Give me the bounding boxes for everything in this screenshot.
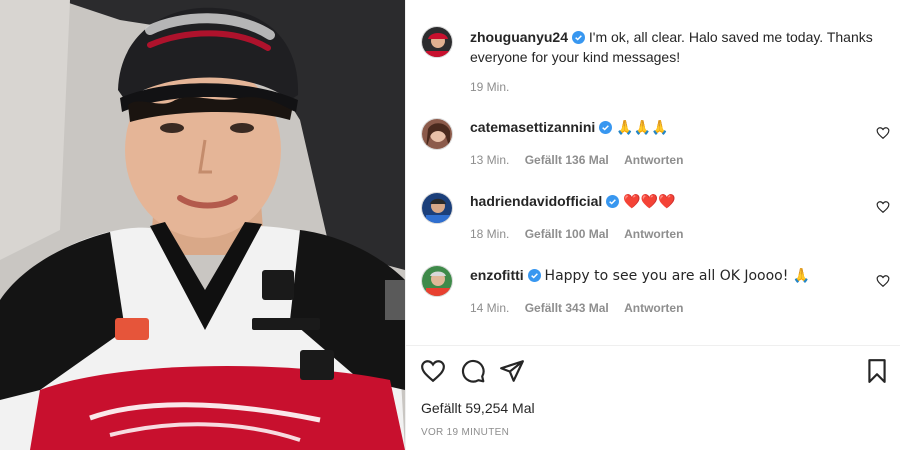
verified-badge-icon	[572, 31, 586, 44]
comment-avatar[interactable]	[421, 192, 453, 224]
comment-time: 18 Min.	[470, 227, 510, 241]
comment-username[interactable]: hadriendavidofficial	[470, 193, 602, 209]
bookmark-icon[interactable]	[864, 358, 890, 384]
comment-icon[interactable]	[460, 358, 486, 384]
comment-meta: 18 Min. Gefällt 100 Mal Antworten	[470, 227, 695, 241]
reply-button[interactable]: Antworten	[624, 301, 683, 315]
comment-item: hadriendavidofficial ❤️❤️❤️	[470, 191, 870, 212]
post-photo	[0, 0, 405, 450]
heart-icon[interactable]	[876, 274, 890, 288]
heart-icon[interactable]	[876, 126, 890, 140]
reply-button[interactable]: Antworten	[624, 227, 683, 241]
share-icon[interactable]	[499, 358, 525, 384]
comment-meta: 14 Min. Gefällt 343 Mal Antworten	[470, 301, 695, 315]
comment-likes[interactable]: Gefällt 136 Mal	[525, 153, 609, 167]
reply-button[interactable]: Antworten	[624, 153, 683, 167]
comment-time: 14 Min.	[470, 301, 510, 315]
comment-item: enzofitti Happy to see you are all OK Jo…	[470, 265, 870, 286]
comment-likes[interactable]: Gefällt 343 Mal	[525, 301, 609, 315]
verified-badge-icon	[527, 269, 541, 282]
post-likes[interactable]: Gefällt 59,254 Mal	[421, 400, 535, 416]
comment-avatar[interactable]	[421, 265, 453, 297]
comment-username[interactable]: enzofitti	[470, 267, 524, 283]
comment-time: 13 Min.	[470, 153, 510, 167]
caption-username[interactable]: zhouguanyu24	[470, 29, 568, 45]
verified-badge-icon	[599, 121, 613, 134]
comment-text: 🙏🙏🙏	[616, 120, 669, 136]
comment-meta: 13 Min. Gefällt 136 Mal Antworten	[470, 153, 695, 167]
section-divider	[405, 345, 900, 346]
comment-item: catemasettizannini 🙏🙏🙏	[470, 117, 870, 138]
like-heart-icon[interactable]	[420, 358, 446, 384]
caption-time: 19 Min.	[470, 80, 510, 94]
comment-avatar[interactable]	[421, 118, 453, 150]
comment-text: ❤️❤️❤️	[623, 194, 676, 210]
comment-username[interactable]: catemasettizannini	[470, 119, 595, 135]
comment-likes[interactable]: Gefällt 100 Mal	[525, 227, 609, 241]
post-date: VOR 19 MINUTEN	[421, 427, 510, 438]
post-caption: zhouguanyu24 I'm ok, all clear. Halo sav…	[470, 27, 880, 67]
heart-icon[interactable]	[876, 200, 890, 214]
author-avatar[interactable]	[421, 26, 453, 58]
verified-badge-icon	[606, 195, 620, 208]
comment-text: Happy to see you are all OK Joooo! 🙏	[544, 268, 811, 284]
